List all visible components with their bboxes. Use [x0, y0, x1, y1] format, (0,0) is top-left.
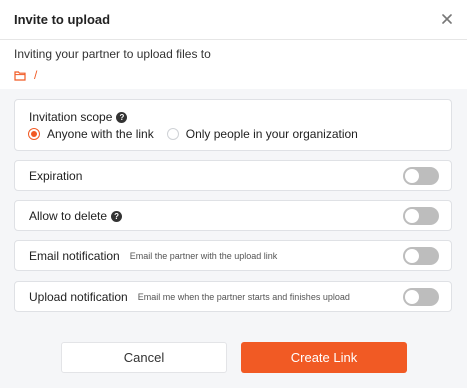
cancel-button[interactable]: Cancel — [61, 342, 227, 373]
upload-notification-label-row: Upload notification Email me when the pa… — [29, 290, 350, 304]
email-notification-toggle[interactable] — [403, 247, 439, 265]
expiration-card: Expiration — [14, 160, 452, 191]
scope-option-anyone[interactable]: Anyone with the link — [28, 127, 154, 141]
dialog-header: Invite to upload — [0, 0, 467, 40]
allow-delete-toggle[interactable] — [403, 207, 439, 225]
expiration-toggle[interactable] — [403, 167, 439, 185]
upload-notification-label: Upload notification — [29, 290, 128, 304]
scope-option-organization-label: Only people in your organization — [185, 127, 358, 141]
email-notification-hint: Email the partner with the upload link — [129, 251, 278, 261]
help-icon[interactable]: ? — [111, 210, 123, 222]
scope-radio-group: Anyone with the link Only people in your… — [28, 127, 358, 141]
scope-option-anyone-label: Anyone with the link — [47, 127, 154, 141]
email-notification-label-row: Email notification Email the partner wit… — [29, 249, 277, 263]
scope-label: Invitation scope — [29, 110, 113, 124]
scope-option-organization[interactable]: Only people in your organization — [166, 127, 358, 141]
intro-text: Inviting your partner to upload files to — [14, 47, 211, 61]
scope-label-row: Invitation scope ? — [29, 110, 128, 124]
allow-delete-label: Allow to delete — [29, 209, 108, 223]
email-notification-card: Email notification Email the partner wit… — [14, 240, 452, 271]
upload-notification-hint: Email me when the partner starts and fin… — [137, 292, 350, 302]
dialog-title: Invite to upload — [14, 12, 111, 27]
upload-notification-card: Upload notification Email me when the pa… — [14, 281, 452, 312]
help-icon[interactable]: ? — [116, 111, 128, 123]
email-notification-label: Email notification — [29, 249, 120, 263]
allow-delete-card: Allow to delete ? — [14, 200, 452, 231]
expiration-label: Expiration — [29, 169, 83, 183]
upload-notification-toggle[interactable] — [403, 288, 439, 306]
close-icon — [442, 14, 452, 24]
create-link-button[interactable]: Create Link — [241, 342, 407, 373]
folder-icon — [14, 70, 26, 81]
radio-organization[interactable] — [166, 128, 179, 140]
radio-anyone[interactable] — [28, 128, 40, 140]
path-label: / — [34, 68, 38, 82]
allow-delete-label-row: Allow to delete ? — [29, 209, 123, 223]
invite-dialog: Invite to upload Inviting your partner t… — [0, 0, 467, 388]
close-button[interactable] — [437, 9, 457, 29]
target-path[interactable]: / — [14, 67, 37, 83]
scope-card: Invitation scope ? Anyone with the link … — [14, 99, 452, 151]
